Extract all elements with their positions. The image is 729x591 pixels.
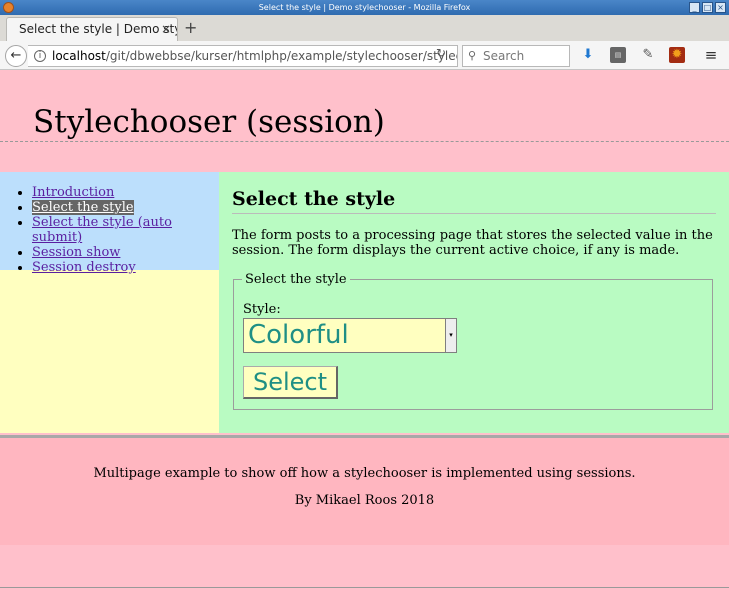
sidebar-item-select-style-auto: Select the style (auto submit)	[32, 215, 219, 245]
tab-strip: Select the style | Demo sty × +	[0, 15, 729, 41]
form-legend: Select the style	[242, 272, 350, 287]
site-header: Stylechooser (session)	[0, 70, 729, 142]
new-tab-icon[interactable]: +	[184, 20, 197, 36]
sidebar-link-introduction[interactable]: Introduction	[32, 185, 114, 200]
style-form: Select the style Style: Colorful ▾ Selec…	[233, 272, 713, 410]
heading-divider	[232, 213, 716, 214]
info-icon[interactable]: i	[34, 50, 46, 62]
main-content: Select the style The form posts to a pro…	[219, 172, 729, 433]
extension-icon[interactable]: ▤	[610, 47, 626, 63]
style-select[interactable]: Colorful	[243, 318, 457, 353]
download-icon[interactable]: ⬇	[580, 47, 596, 63]
sidebar: Introduction Select the style Select the…	[0, 172, 219, 433]
url-host: localhost	[52, 49, 106, 63]
footer-description: Multipage example to show off how a styl…	[93, 466, 636, 481]
sidebar-item-session-destroy: Session destroy	[32, 260, 219, 275]
addon-icon[interactable]: ✹	[669, 47, 685, 63]
url-path: /git/dbwebbse/kurser/htmlphp/example/sty…	[105, 49, 458, 63]
search-input[interactable]: ⚲ Search	[462, 45, 570, 67]
page-content: Stylechooser (session) Introduction Sele…	[0, 70, 729, 591]
footer-author: By Mikael Roos 2018	[294, 493, 435, 508]
search-icon: ⚲	[468, 49, 477, 62]
window-bottom-edge	[0, 587, 729, 591]
site-title: Stylechooser (session)	[33, 104, 385, 140]
reload-icon[interactable]: ↻	[436, 46, 446, 60]
hamburger-menu-icon[interactable]: ≡	[703, 47, 719, 63]
browser-tab[interactable]: Select the style | Demo sty ×	[6, 17, 178, 41]
navigation-toolbar: ← i localhost/git/dbwebbse/kurser/htmlph…	[0, 41, 729, 70]
window-titlebar: Select the style | Demo stylechooser - M…	[0, 0, 729, 15]
maximize-icon[interactable]: □	[702, 2, 713, 13]
style-label: Style:	[243, 302, 281, 317]
close-window-icon[interactable]: ×	[715, 2, 726, 13]
site-footer: Multipage example to show off how a styl…	[0, 435, 729, 545]
select-button[interactable]: Select	[243, 366, 338, 399]
eyedropper-icon[interactable]: ✎	[640, 47, 656, 63]
sidebar-item-introduction: Introduction	[32, 185, 219, 200]
tab-title: Select the style | Demo sty	[19, 22, 178, 36]
page-description: The form posts to a processing page that…	[232, 228, 713, 258]
sidebar-link-select-style[interactable]: Select the style	[32, 200, 134, 215]
search-placeholder: Search	[483, 49, 525, 63]
tab-close-icon[interactable]: ×	[161, 18, 171, 40]
sidebar-nav: Introduction Select the style Select the…	[0, 172, 219, 275]
window-title: Select the style | Demo stylechooser - M…	[258, 3, 471, 12]
sidebar-link-session-show[interactable]: Session show	[32, 245, 120, 260]
sidebar-link-select-style-auto[interactable]: Select the style (auto submit)	[32, 215, 172, 245]
back-arrow-icon[interactable]: ←	[5, 45, 27, 67]
sidebar-item-select-style: Select the style	[32, 200, 219, 215]
chevron-down-icon[interactable]: ▾	[445, 318, 457, 353]
firefox-icon	[3, 2, 14, 13]
url-bar[interactable]: i localhost/git/dbwebbse/kurser/htmlphp/…	[28, 45, 458, 67]
page-heading: Select the style	[232, 188, 396, 210]
sidebar-link-session-destroy[interactable]: Session destroy	[32, 260, 136, 275]
window-controls: _ □ ×	[689, 2, 726, 13]
minimize-icon[interactable]: _	[689, 2, 700, 13]
sidebar-item-session-show: Session show	[32, 245, 219, 260]
